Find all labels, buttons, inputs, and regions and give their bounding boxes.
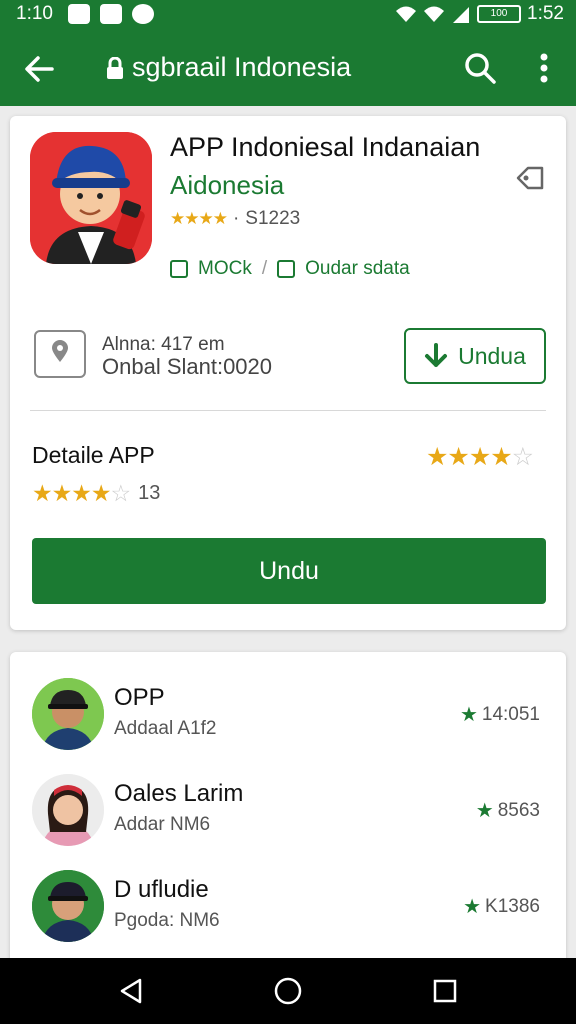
list-item-score-value: 8563 [497,799,540,821]
download-arrow-icon [425,343,448,367]
rating-stars: ★★★★ [170,209,228,228]
app-icon-illustration [30,132,152,264]
list-item[interactable]: D ufludie Pgoda: NM6 ★ K1386 [10,870,566,962]
details-stars: ★★★★☆ [426,443,534,471]
app-tags: MOCk / Oudar sdata [170,258,410,280]
star-icon: ★ [459,704,478,726]
star-icon: ★ [475,800,494,822]
info-downloads: Onbal Slant:0020 [102,354,273,379]
recents-square-icon[interactable] [430,976,460,1006]
app-bar: 1:10 100 1:52 sgbraail Indonesia [0,0,576,106]
star-icon: ★ [463,896,482,918]
back-arrow-icon[interactable] [22,52,56,86]
toolbar: sgbraail Indonesia [0,30,576,106]
app-detail-card: APP Indoniesal Indanaian Aidonesia ★★★★ … [10,116,566,630]
download-outline-button[interactable]: Undua [404,328,546,384]
list-item-name: OPP [114,684,165,711]
lock-icon [107,56,123,79]
tag-mock[interactable]: MOCk [198,258,252,280]
box-icon [170,260,188,278]
status-time: 1:10 [16,3,53,24]
list-item-subtitle: Addar NM6 [114,814,211,835]
wifi-icon [396,6,417,22]
back-triangle-icon[interactable] [116,976,146,1006]
system-nav-bar [0,958,576,1024]
info-size: Alnna: 417 em [102,334,225,355]
list-item-subtitle: Pgoda: NM6 [114,910,220,931]
home-circle-icon[interactable] [273,976,303,1006]
notification-icons [68,4,154,24]
search-icon[interactable] [462,50,498,86]
details-rating-stars: ★★★★☆ [32,480,131,506]
list-item-score: ★ 8563 [476,798,540,823]
wifi-icon [424,6,445,22]
list-item[interactable]: OPP Addaal A1f2 ★ 14:051 [10,678,566,770]
developer-name[interactable]: Aidonesia [170,170,284,201]
details-rating-count: 13 [138,482,161,504]
screen-icon [277,260,296,278]
download-button[interactable]: Undu [32,538,546,604]
status-time-right: 1:52 [527,3,564,24]
details-rating: ★★★★☆ 13 [32,480,160,507]
image-notification-icon [100,4,122,24]
app-name: APP Indoniesal Indanaian [170,132,481,162]
related-list-card: OPP Addaal A1f2 ★ 14:051 Oales Larim Add… [10,652,566,972]
list-item-score: ★ K1386 [463,894,540,919]
battery-icon: 100 [477,5,522,23]
signal-icon [453,7,470,23]
details-heading: Detaile APP [32,442,155,468]
rating-count: S1223 [245,208,301,229]
messenger-notification-icon [132,4,154,24]
list-item-name: Oales Larim [114,780,244,807]
avatar [32,774,104,846]
tag-icon[interactable] [514,162,546,194]
avatar [32,678,104,750]
list-item-score-value: K1386 [485,895,540,917]
list-item[interactable]: Oales Larim Addar NM6 ★ 8563 [10,774,566,866]
app-icon[interactable] [30,132,152,264]
avatar [32,870,104,942]
page-title: sgbraail Indonesia [106,52,351,83]
status-bar: 1:10 100 1:52 [0,0,576,30]
list-item-name: D ufludie [114,876,209,903]
list-item-score-value: 14:051 [481,703,540,725]
list-item-score: ★ 14:051 [460,702,540,727]
download-outline-label: Undua [458,342,526,369]
location-icon [34,330,86,378]
app-rating: ★★★★ · S1223 [170,208,300,230]
tag-separator: / [261,258,268,279]
divider [30,410,546,411]
rating-separator: · [232,208,240,229]
list-item-subtitle: Addaal A1f2 [114,718,217,739]
status-right: 100 1:52 [395,3,564,25]
download-button-label: Undu [259,556,319,585]
tag-data[interactable]: Oudar sdata [305,258,410,280]
notification-icon [68,4,90,24]
page-title-text: sgbraail Indonesia [132,52,352,82]
more-vert-icon[interactable] [534,50,554,86]
